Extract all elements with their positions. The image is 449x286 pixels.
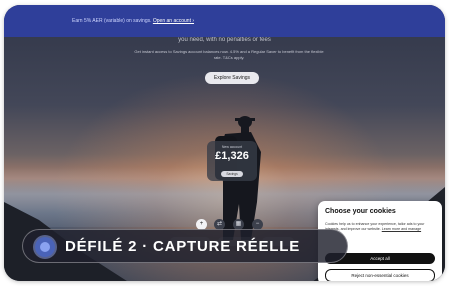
capture-label-badge: DÉFILÉ 2 · CAPTURE RÉELLE (22, 229, 348, 263)
savings-label: New account (221, 145, 243, 149)
cookie-body: Cookies help us to enhance your experien… (325, 222, 435, 232)
promo-banner: Earn 5% AER (variable) on savings. Open … (4, 5, 445, 37)
hero-title: you need, with no penalties or fees (178, 37, 271, 43)
hero-subtitle: Get instant access to Savings account ba… (134, 49, 324, 60)
record-dot-icon (35, 237, 55, 257)
open-account-link[interactable]: Open an account › (153, 18, 194, 24)
reject-non-essential-button[interactable]: Reject non-essential cookies (325, 269, 435, 281)
promo-banner-text: Earn 5% AER (variable) on savings. (72, 18, 152, 24)
cookie-learn-more-link[interactable]: Learn more and manage (382, 227, 421, 231)
savings-chip: Savings (221, 171, 243, 177)
cookie-title: Choose your cookies (325, 208, 396, 215)
explore-savings-button[interactable]: Explore Savings (205, 72, 259, 84)
savings-balance-card: New account £1,326 Savings (207, 141, 257, 181)
savings-amount: £1,326 (215, 150, 249, 162)
capture-label-text: DÉFILÉ 2 · CAPTURE RÉELLE (65, 238, 301, 255)
